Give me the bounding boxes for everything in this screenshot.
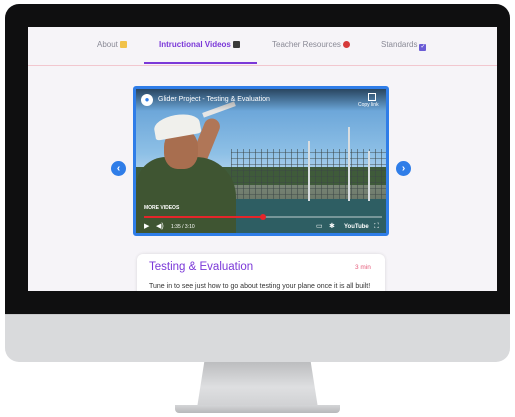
nav-tab-label: Intructional Videos	[159, 40, 231, 49]
screen: About Intructional Videos Teacher Resour…	[28, 27, 497, 291]
card-description: Tune in to see just how to go about test…	[149, 283, 371, 290]
nav-tab-label: Teacher Resources	[272, 40, 341, 49]
video-title[interactable]: Glider Project - Testing & Evaluation	[158, 96, 270, 103]
apple-icon	[342, 41, 350, 48]
check-box-icon: ✓	[419, 44, 427, 51]
nav-tab-label: About	[97, 40, 118, 49]
monitor-chin	[5, 314, 510, 362]
card-title: Testing & Evaluation	[149, 261, 254, 273]
light-pole	[348, 127, 350, 201]
monitor-stand-foot	[175, 405, 340, 413]
carousel-next-button[interactable]: ›	[396, 161, 411, 176]
active-tab-indicator	[144, 62, 257, 64]
settings-gear-icon[interactable]: ✱	[329, 223, 335, 231]
youtube-logo[interactable]: YouTube	[344, 224, 369, 230]
video-controls: ▶ ◀) 1:35 / 3:10 ▭ ✱ YouTube ⛶	[136, 220, 386, 233]
channel-logo-icon[interactable]: ●	[141, 94, 153, 106]
chevron-left-icon: ‹	[116, 163, 121, 174]
volume-icon[interactable]: ◀)	[156, 223, 164, 231]
nav-tab-about[interactable]: About	[97, 40, 127, 49]
progress-bar[interactable]	[144, 214, 382, 220]
nav-tab-instructional-videos[interactable]: Intructional Videos	[159, 40, 240, 49]
play-icon[interactable]: ▶	[144, 223, 149, 231]
captions-icon[interactable]: ▭	[316, 223, 323, 231]
light-pole	[368, 151, 370, 201]
video-fence	[231, 149, 386, 201]
copy-icon[interactable]	[368, 93, 376, 101]
video-player[interactable]: ● Glider Project - Testing & Evaluation …	[133, 86, 389, 236]
time-display: 1:35 / 3:10	[171, 224, 195, 230]
light-pole	[308, 141, 310, 201]
fullscreen-icon[interactable]: ⛶	[374, 223, 379, 231]
chevron-right-icon: ›	[401, 163, 406, 174]
nav-tab-label: Standards	[381, 40, 418, 49]
monitor-stand-neck	[197, 362, 318, 408]
carousel-prev-button[interactable]: ‹	[111, 161, 126, 176]
more-videos-label[interactable]: MORE VIDEOS	[144, 205, 179, 211]
nav-tab-teacher-resources[interactable]: Teacher Resources	[272, 40, 350, 49]
nav-tab-standards[interactable]: Standards ✓	[381, 40, 427, 51]
copy-link-button[interactable]: Copy link	[358, 102, 379, 108]
top-nav: About Intructional Videos Teacher Resour…	[28, 27, 497, 66]
progress-fill	[144, 216, 263, 218]
camera-icon	[232, 41, 240, 48]
scroll-icon	[119, 41, 127, 48]
duration-badge: 3 min	[355, 264, 371, 271]
video-info-card: Testing & Evaluation 3 min Tune in to se…	[137, 254, 385, 291]
